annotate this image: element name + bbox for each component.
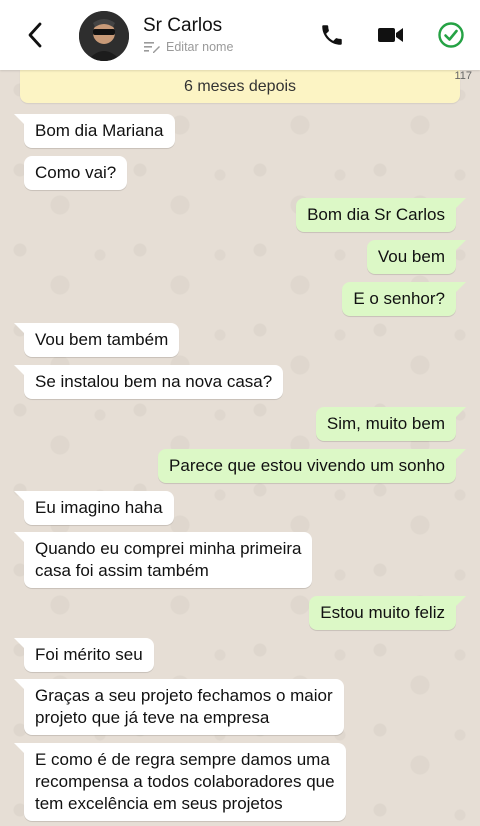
message-text: Vou bem também [35,330,169,349]
message-text: Se instalou bem na nova casa? [35,372,273,391]
back-button[interactable] [20,20,50,50]
message-text: Bom dia Mariana [35,121,164,140]
contact-name[interactable]: Sr Carlos [143,15,222,37]
message-bubble[interactable]: E como é de regra sempre damos uma recom… [14,743,346,821]
message-bubble[interactable]: Sim, muito bem [315,407,467,441]
message-bubble[interactable]: Vou bem [366,240,467,274]
message-text: Foi mérito seu [35,645,143,664]
message-bubble[interactable]: Quando eu comprei minha primeira casa fo… [13,532,313,588]
message-text: Quando eu comprei minha primeira casa fo… [35,539,302,580]
message-counter: 117 [454,70,472,82]
message-bubble[interactable]: Como vai? [24,156,128,190]
message-bubble[interactable]: Vou bem também [13,323,180,357]
chevron-left-icon [28,22,42,48]
message-bubble[interactable]: Parece que estou vivendo um sonho [158,449,466,483]
message-text: Estou muito feliz [320,603,445,622]
message-bubble[interactable]: Bom dia Sr Carlos [296,198,466,232]
message-bubble[interactable]: Eu imagino haha [14,491,174,525]
check-circle-icon [438,22,464,48]
edit-name-link[interactable]: Editar nome [144,40,233,54]
message-text: Graças a seu projeto fechamos o maior pr… [35,686,333,727]
chat-header: Sr Carlos Editar nome [0,0,480,70]
done-button[interactable] [436,20,466,50]
video-camera-icon [378,28,403,42]
message-text: Sim, muito bem [326,414,445,433]
message-bubble[interactable]: Graças a seu projeto fechamos o maior pr… [14,679,344,735]
message-text: E o senhor? [353,289,445,308]
message-text: Parece que estou vivendo um sonho [169,456,445,475]
message-bubble[interactable]: Foi mérito seu [14,638,154,672]
message-bubble[interactable]: Bom dia Mariana [14,114,175,148]
avatar[interactable] [79,11,129,61]
message-text: E como é de regra sempre damos uma recom… [35,750,335,813]
call-button[interactable] [317,20,347,50]
edit-lines-icon [144,42,160,53]
message-text: Vou bem [377,247,445,266]
video-call-button[interactable] [376,20,406,50]
phone-icon [322,25,342,45]
message-bubble[interactable]: Estou muito feliz [309,596,466,630]
date-banner: 6 meses depois [20,70,460,103]
avatar-image [79,11,129,61]
message-text: Como vai? [35,163,117,182]
edit-name-label: Editar nome [166,40,234,54]
message-text: Eu imagino haha [35,498,163,517]
message-bubble[interactable]: Se instalou bem na nova casa? [13,365,284,399]
chat-area[interactable]: 6 meses depois 117 Bom dia Mariana Como … [0,70,480,826]
message-bubble[interactable]: E o senhor? [342,282,466,316]
message-text: Bom dia Sr Carlos [307,205,445,224]
